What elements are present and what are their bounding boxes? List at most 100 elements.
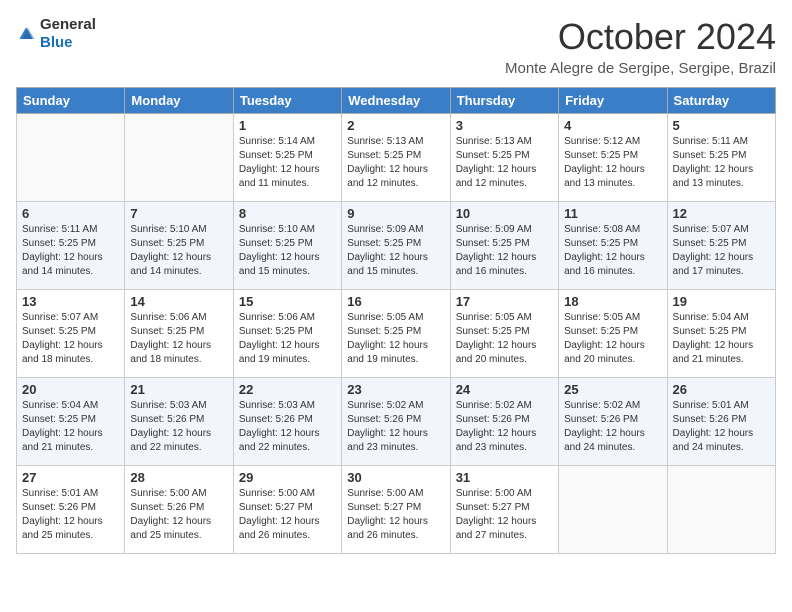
cell-info: Sunrise: 5:11 AM Sunset: 5:25 PM Dayligh…	[673, 135, 770, 191]
day-number: 3	[456, 118, 553, 133]
col-header-friday: Friday	[559, 88, 667, 114]
cell-info: Sunrise: 5:05 AM Sunset: 5:25 PM Dayligh…	[564, 311, 661, 367]
calendar-cell: 25 Sunrise: 5:02 AM Sunset: 5:26 PM Dayli…	[559, 378, 667, 466]
day-number: 2	[347, 118, 444, 133]
location: Monte Alegre de Sergipe, Sergipe, Brazil	[505, 60, 776, 77]
col-header-saturday: Saturday	[667, 88, 775, 114]
day-number: 23	[347, 382, 444, 397]
cell-info: Sunrise: 5:08 AM Sunset: 5:25 PM Dayligh…	[564, 223, 661, 279]
cell-info: Sunrise: 5:05 AM Sunset: 5:25 PM Dayligh…	[347, 311, 444, 367]
day-number: 15	[239, 294, 336, 309]
calendar-cell: 16 Sunrise: 5:05 AM Sunset: 5:25 PM Dayli…	[342, 290, 450, 378]
logo-text-general: General	[40, 16, 96, 33]
cell-info: Sunrise: 5:01 AM Sunset: 5:26 PM Dayligh…	[673, 399, 770, 455]
cell-info: Sunrise: 5:06 AM Sunset: 5:25 PM Dayligh…	[130, 311, 227, 367]
day-number: 22	[239, 382, 336, 397]
calendar-cell: 23 Sunrise: 5:02 AM Sunset: 5:26 PM Dayli…	[342, 378, 450, 466]
calendar-cell: 1 Sunrise: 5:14 AM Sunset: 5:25 PM Daylig…	[233, 114, 341, 202]
day-number: 6	[22, 206, 119, 221]
cell-info: Sunrise: 5:03 AM Sunset: 5:26 PM Dayligh…	[130, 399, 227, 455]
day-number: 25	[564, 382, 661, 397]
logo-text-blue: Blue	[40, 34, 73, 51]
cell-info: Sunrise: 5:12 AM Sunset: 5:25 PM Dayligh…	[564, 135, 661, 191]
day-number: 18	[564, 294, 661, 309]
day-number: 13	[22, 294, 119, 309]
calendar-cell: 20 Sunrise: 5:04 AM Sunset: 5:25 PM Dayli…	[17, 378, 125, 466]
calendar-cell	[125, 114, 233, 202]
calendar-cell: 14 Sunrise: 5:06 AM Sunset: 5:25 PM Dayli…	[125, 290, 233, 378]
cell-info: Sunrise: 5:07 AM Sunset: 5:25 PM Dayligh…	[22, 311, 119, 367]
cell-info: Sunrise: 5:14 AM Sunset: 5:25 PM Dayligh…	[239, 135, 336, 191]
cell-info: Sunrise: 5:06 AM Sunset: 5:25 PM Dayligh…	[239, 311, 336, 367]
calendar-cell: 27 Sunrise: 5:01 AM Sunset: 5:26 PM Dayli…	[17, 466, 125, 554]
col-header-sunday: Sunday	[17, 88, 125, 114]
day-number: 14	[130, 294, 227, 309]
day-number: 7	[130, 206, 227, 221]
day-number: 20	[22, 382, 119, 397]
calendar-cell	[559, 466, 667, 554]
calendar-cell: 13 Sunrise: 5:07 AM Sunset: 5:25 PM Dayli…	[17, 290, 125, 378]
cell-info: Sunrise: 5:13 AM Sunset: 5:25 PM Dayligh…	[456, 135, 553, 191]
cell-info: Sunrise: 5:03 AM Sunset: 5:26 PM Dayligh…	[239, 399, 336, 455]
col-header-thursday: Thursday	[450, 88, 558, 114]
cell-info: Sunrise: 5:00 AM Sunset: 5:26 PM Dayligh…	[130, 487, 227, 543]
cell-info: Sunrise: 5:05 AM Sunset: 5:25 PM Dayligh…	[456, 311, 553, 367]
cell-info: Sunrise: 5:00 AM Sunset: 5:27 PM Dayligh…	[347, 487, 444, 543]
day-number: 31	[456, 470, 553, 485]
cell-info: Sunrise: 5:07 AM Sunset: 5:25 PM Dayligh…	[673, 223, 770, 279]
calendar-cell: 19 Sunrise: 5:04 AM Sunset: 5:25 PM Dayli…	[667, 290, 775, 378]
calendar-cell: 5 Sunrise: 5:11 AM Sunset: 5:25 PM Daylig…	[667, 114, 775, 202]
calendar-cell: 21Sunrise: 5:03 AM Sunset: 5:26 PM Dayli…	[125, 378, 233, 466]
cell-info: Sunrise: 5:02 AM Sunset: 5:26 PM Dayligh…	[347, 399, 444, 455]
day-number: 4	[564, 118, 661, 133]
col-header-wednesday: Wednesday	[342, 88, 450, 114]
calendar-cell: 30 Sunrise: 5:00 AM Sunset: 5:27 PM Dayli…	[342, 466, 450, 554]
cell-info: Sunrise: 5:04 AM Sunset: 5:25 PM Dayligh…	[22, 399, 119, 455]
day-number: 27	[22, 470, 119, 485]
calendar-cell: 28 Sunrise: 5:00 AM Sunset: 5:26 PM Dayli…	[125, 466, 233, 554]
cell-info: Sunrise: 5:10 AM Sunset: 5:25 PM Dayligh…	[130, 223, 227, 279]
calendar-cell: 3 Sunrise: 5:13 AM Sunset: 5:25 PM Daylig…	[450, 114, 558, 202]
cell-info: Sunrise: 5:00 AM Sunset: 5:27 PM Dayligh…	[456, 487, 553, 543]
day-number: 16	[347, 294, 444, 309]
cell-info: Sunrise: 5:10 AM Sunset: 5:25 PM Dayligh…	[239, 223, 336, 279]
day-number: 11	[564, 206, 661, 221]
calendar-cell: 29 Sunrise: 5:00 AM Sunset: 5:27 PM Dayli…	[233, 466, 341, 554]
calendar-cell: 17Sunrise: 5:05 AM Sunset: 5:25 PM Dayli…	[450, 290, 558, 378]
col-header-monday: Monday	[125, 88, 233, 114]
day-number: 28	[130, 470, 227, 485]
month-title: October 2024	[505, 16, 776, 58]
calendar-cell: 24Sunrise: 5:02 AM Sunset: 5:26 PM Dayli…	[450, 378, 558, 466]
day-number: 30	[347, 470, 444, 485]
calendar-cell	[17, 114, 125, 202]
day-number: 19	[673, 294, 770, 309]
title-area: October 2024 Monte Alegre de Sergipe, Se…	[505, 16, 776, 77]
calendar-cell: 4 Sunrise: 5:12 AM Sunset: 5:25 PM Daylig…	[559, 114, 667, 202]
calendar-cell: 9 Sunrise: 5:09 AM Sunset: 5:25 PM Daylig…	[342, 202, 450, 290]
day-number: 5	[673, 118, 770, 133]
day-number: 29	[239, 470, 336, 485]
calendar-cell: 31 Sunrise: 5:00 AM Sunset: 5:27 PM Dayli…	[450, 466, 558, 554]
cell-info: Sunrise: 5:00 AM Sunset: 5:27 PM Dayligh…	[239, 487, 336, 543]
calendar-cell: 6 Sunrise: 5:11 AM Sunset: 5:25 PM Daylig…	[17, 202, 125, 290]
calendar-cell: 10Sunrise: 5:09 AM Sunset: 5:25 PM Dayli…	[450, 202, 558, 290]
calendar-cell: 8 Sunrise: 5:10 AM Sunset: 5:25 PM Daylig…	[233, 202, 341, 290]
calendar-cell: 11 Sunrise: 5:08 AM Sunset: 5:25 PM Dayli…	[559, 202, 667, 290]
col-header-tuesday: Tuesday	[233, 88, 341, 114]
cell-info: Sunrise: 5:02 AM Sunset: 5:26 PM Dayligh…	[456, 399, 553, 455]
logo-icon	[16, 24, 36, 44]
cell-info: Sunrise: 5:01 AM Sunset: 5:26 PM Dayligh…	[22, 487, 119, 543]
calendar-cell: 12Sunrise: 5:07 AM Sunset: 5:25 PM Dayli…	[667, 202, 775, 290]
logo: General Blue	[16, 16, 96, 52]
day-number: 9	[347, 206, 444, 221]
day-number: 1	[239, 118, 336, 133]
cell-info: Sunrise: 5:02 AM Sunset: 5:26 PM Dayligh…	[564, 399, 661, 455]
calendar-cell: 26 Sunrise: 5:01 AM Sunset: 5:26 PM Dayli…	[667, 378, 775, 466]
day-number: 26	[673, 382, 770, 397]
calendar-cell: 18 Sunrise: 5:05 AM Sunset: 5:25 PM Dayli…	[559, 290, 667, 378]
day-number: 8	[239, 206, 336, 221]
calendar-cell: 15 Sunrise: 5:06 AM Sunset: 5:25 PM Dayli…	[233, 290, 341, 378]
cell-info: Sunrise: 5:04 AM Sunset: 5:25 PM Dayligh…	[673, 311, 770, 367]
cell-info: Sunrise: 5:09 AM Sunset: 5:25 PM Dayligh…	[347, 223, 444, 279]
cell-info: Sunrise: 5:11 AM Sunset: 5:25 PM Dayligh…	[22, 223, 119, 279]
